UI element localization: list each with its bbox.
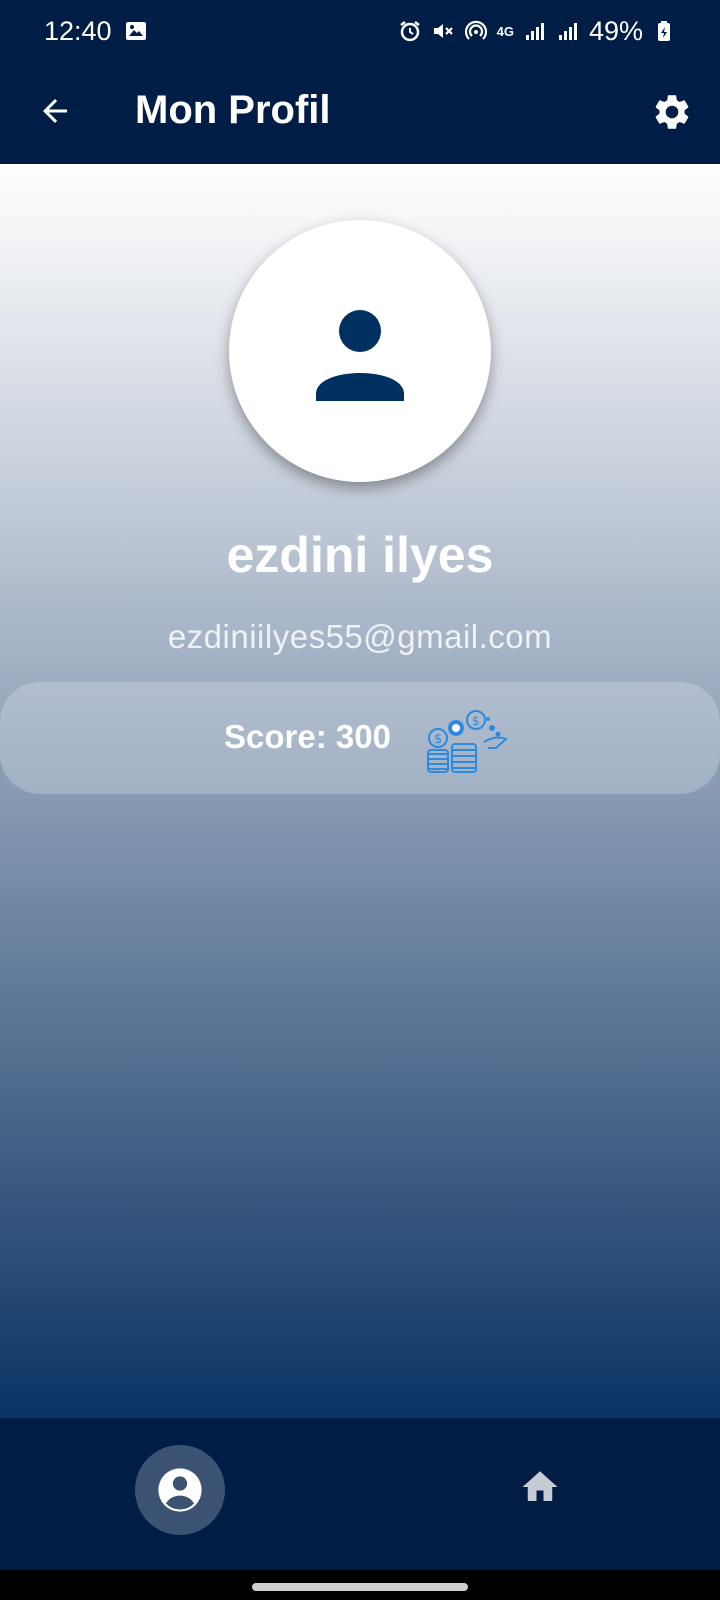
coins-icon: $ $	[427, 710, 508, 773]
nav-profile-button[interactable]	[135, 1445, 225, 1535]
svg-text:$: $	[472, 714, 480, 728]
home-icon	[522, 1471, 558, 1501]
nav-home-button[interactable]	[515, 1462, 565, 1512]
bottom-nav	[0, 1418, 720, 1570]
mute-icon	[431, 19, 455, 43]
status-right: 4G 49%	[398, 16, 676, 47]
svg-text:$: $	[434, 732, 442, 747]
score-label: Score: 300	[224, 718, 391, 755]
signal-icon-2	[556, 19, 580, 43]
status-bar: 12:40 4G 49%	[0, 0, 720, 62]
user-email: ezdiniilyes55@gmail.com	[167, 618, 553, 655]
alarm-icon	[398, 19, 422, 43]
status-left: 12:40	[44, 16, 148, 47]
score-card: Score: 300 $ $	[0, 682, 720, 794]
page-title: Mon Profil	[135, 88, 331, 132]
hotspot-icon	[464, 19, 488, 43]
avatar	[229, 220, 491, 482]
battery-percent: 49%	[588, 15, 643, 46]
profile-content: ezdini ilyes ezdiniilyes55@gmail.com Sco…	[0, 164, 720, 1418]
image-icon	[124, 19, 148, 43]
back-button[interactable]	[30, 86, 80, 136]
signal-icon	[523, 19, 547, 43]
back-arrow-icon	[43, 99, 67, 123]
account-circle-icon	[158, 1468, 202, 1512]
gear-icon	[655, 95, 689, 129]
app-bar: Mon Profil	[0, 62, 720, 164]
status-time: 12:40	[44, 15, 112, 46]
settings-button[interactable]	[644, 84, 700, 140]
gesture-handle[interactable]	[252, 1583, 468, 1591]
network-label: 4G	[496, 23, 514, 39]
person-icon	[316, 310, 404, 401]
user-name: ezdini ilyes	[226, 527, 494, 583]
battery-icon	[652, 19, 676, 43]
